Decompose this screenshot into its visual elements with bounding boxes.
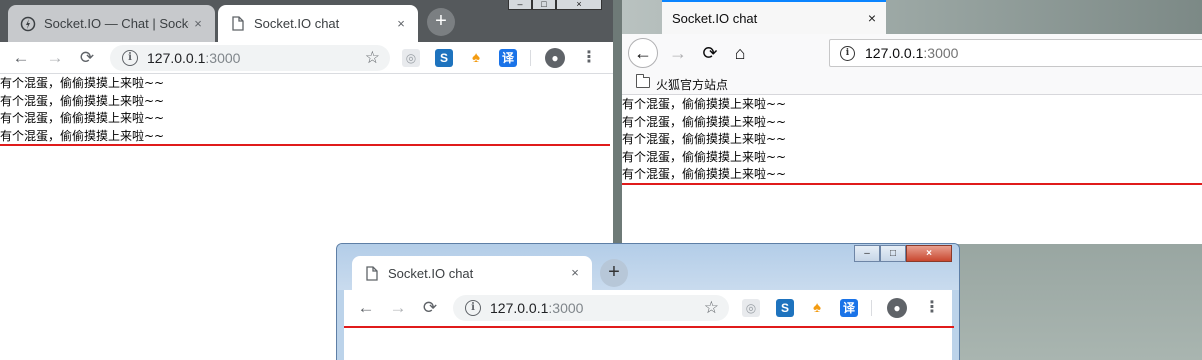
reload-icon[interactable]: ⟳ bbox=[76, 47, 98, 69]
close-button[interactable]: × bbox=[556, 0, 602, 10]
form-border-line bbox=[622, 183, 1202, 185]
chrome-toolbar: ← → ⟳ i 127.0.0.1:3000 ☆ ◎ S ♠ 译 ● ⋮ bbox=[0, 42, 613, 74]
info-icon[interactable]: i bbox=[465, 300, 481, 316]
tab-strip: Socket.IO — Chat | Socket × Socket.IO ch… bbox=[0, 0, 613, 42]
close-button[interactable]: × bbox=[906, 245, 952, 262]
window-controls: – □ × bbox=[854, 245, 952, 262]
info-icon[interactable]: i bbox=[840, 45, 855, 61]
message-item: 有个混蛋，偷偷摸摸上来啦~~ bbox=[0, 93, 165, 108]
tab-close-icon[interactable]: × bbox=[566, 264, 584, 282]
profile-avatar-icon[interactable]: ● bbox=[545, 48, 565, 68]
firefox-window-right: Socket.IO chat × ← → ⟳ ⌂ i 127.0.0.1:300… bbox=[622, 0, 1202, 244]
maximize-button[interactable]: □ bbox=[532, 0, 556, 10]
reload-icon[interactable]: ⟳ bbox=[419, 297, 441, 319]
url-port: :3000 bbox=[548, 300, 584, 316]
form-border-line bbox=[344, 326, 954, 328]
extension-grey-icon[interactable]: ◎ bbox=[742, 299, 760, 317]
tab-close-icon[interactable]: × bbox=[392, 15, 410, 33]
message-item: 有个混蛋，偷偷摸摸上来啦~~ bbox=[622, 149, 787, 164]
tab-strip: Socket.IO chat × + – □ × bbox=[337, 244, 959, 290]
url-host: 127.0.0.1 bbox=[490, 300, 549, 316]
bookmark-star-icon[interactable]: ☆ bbox=[365, 48, 380, 68]
back-icon[interactable]: ← bbox=[355, 297, 377, 319]
home-icon[interactable]: ⌂ bbox=[728, 41, 752, 65]
maximize-button[interactable]: □ bbox=[880, 245, 906, 262]
bookmarks-toolbar: 火狐官方站点 bbox=[622, 72, 1202, 95]
message-list: 有个混蛋，偷偷摸摸上来啦~~ 有个混蛋，偷偷摸摸上来啦~~ 有个混蛋，偷偷摸摸上… bbox=[0, 75, 613, 145]
tab-close-icon[interactable]: × bbox=[189, 15, 207, 33]
toolbar-separator bbox=[871, 300, 872, 316]
minimize-button[interactable]: – bbox=[508, 0, 532, 10]
extension-translate-icon[interactable]: 译 bbox=[840, 299, 858, 317]
menu-icon[interactable]: ⋮ bbox=[581, 47, 597, 69]
extension-mascot-icon[interactable]: ♠ bbox=[808, 299, 826, 317]
page-content bbox=[344, 326, 954, 360]
extension-translate-icon[interactable]: 译 bbox=[499, 49, 517, 67]
tab-title: Socket.IO chat bbox=[254, 16, 340, 31]
message-item: 有个混蛋，偷偷摸摸上来啦~~ bbox=[622, 114, 787, 129]
form-border-line bbox=[0, 144, 610, 146]
message-item: 有个混蛋，偷偷摸摸上来啦~~ bbox=[0, 111, 165, 125]
page-icon bbox=[230, 16, 246, 32]
extension-s-icon[interactable]: S bbox=[435, 49, 453, 67]
window-divider bbox=[613, 0, 622, 244]
folder-icon bbox=[635, 74, 650, 88]
tab-socketio-chat[interactable]: Socket.IO chat × bbox=[352, 256, 592, 290]
new-tab-button[interactable]: + bbox=[600, 259, 628, 287]
back-icon[interactable]: ← bbox=[628, 38, 658, 68]
bookmark-item[interactable]: 火狐官方站点 bbox=[656, 76, 728, 93]
window-controls: – □ × bbox=[508, 0, 602, 10]
extension-s-icon[interactable]: S bbox=[776, 299, 794, 317]
tab-socketio-docs[interactable]: Socket.IO — Chat | Socket × bbox=[8, 5, 215, 42]
menu-icon[interactable]: ⋮ bbox=[924, 297, 940, 319]
forward-icon[interactable]: → bbox=[44, 47, 66, 69]
page-icon bbox=[364, 265, 380, 281]
back-icon[interactable]: ← bbox=[10, 47, 32, 69]
address-bar[interactable]: i 127.0.0.1:3000 ☆ bbox=[110, 45, 390, 71]
url-port: :3000 bbox=[923, 45, 959, 61]
new-tab-button[interactable]: + bbox=[427, 8, 455, 36]
extension-grey-icon[interactable]: ◎ bbox=[402, 49, 420, 67]
bookmark-star-icon[interactable]: ☆ bbox=[704, 298, 719, 318]
forward-icon[interactable]: → bbox=[666, 41, 690, 65]
chrome-window-bottom: Socket.IO chat × + – □ × ← → ⟳ i 127.0.0… bbox=[336, 243, 960, 360]
message-item: 有个混蛋，偷偷摸摸上来啦~~ bbox=[622, 132, 787, 146]
message-item: 有个混蛋，偷偷摸摸上来啦~~ bbox=[0, 128, 165, 143]
tab-socketio-chat[interactable]: Socket.IO chat × bbox=[662, 0, 886, 34]
message-item: 有个混蛋，偷偷摸摸上来啦~~ bbox=[0, 76, 165, 90]
message-list: 有个混蛋，偷偷摸摸上来啦~~ 有个混蛋，偷偷摸摸上来啦~~ 有个混蛋，偷偷摸摸上… bbox=[622, 96, 1202, 184]
address-bar[interactable]: i 127.0.0.1:3000 ☆ bbox=[453, 295, 729, 321]
url-port: :3000 bbox=[205, 50, 241, 66]
url-host: 127.0.0.1 bbox=[147, 50, 206, 66]
info-icon[interactable]: i bbox=[122, 50, 138, 66]
extension-mascot-icon[interactable]: ♠ bbox=[467, 49, 485, 67]
tab-title: Socket.IO chat bbox=[672, 10, 758, 26]
message-item: 有个混蛋，偷偷摸摸上来啦~~ bbox=[622, 167, 787, 181]
address-bar[interactable]: i 127.0.0.1:3000 bbox=[829, 39, 1202, 67]
socketio-favicon-icon bbox=[20, 16, 36, 32]
tab-title: Socket.IO chat bbox=[388, 265, 474, 281]
tab-strip: Socket.IO chat × bbox=[622, 0, 1202, 34]
firefox-toolbar: ← → ⟳ ⌂ i 127.0.0.1:3000 bbox=[622, 34, 1202, 72]
forward-icon[interactable]: → bbox=[387, 297, 409, 319]
tab-close-icon[interactable]: × bbox=[868, 10, 876, 26]
url-host: 127.0.0.1 bbox=[865, 45, 924, 61]
toolbar-separator bbox=[530, 50, 531, 66]
tab-socketio-chat[interactable]: Socket.IO chat × bbox=[218, 5, 418, 42]
tab-title: Socket.IO — Chat | Socket bbox=[44, 16, 189, 31]
profile-avatar-icon[interactable]: ● bbox=[887, 298, 907, 318]
reload-icon[interactable]: ⟳ bbox=[698, 41, 722, 65]
chrome-toolbar: ← → ⟳ i 127.0.0.1:3000 ☆ ◎ S ♠ 译 ● ⋮ bbox=[344, 290, 952, 326]
minimize-button[interactable]: – bbox=[854, 245, 880, 262]
page-content: 有个混蛋，偷偷摸摸上来啦~~ 有个混蛋，偷偷摸摸上来啦~~ 有个混蛋，偷偷摸摸上… bbox=[622, 96, 1202, 244]
message-item: 有个混蛋，偷偷摸摸上来啦~~ bbox=[622, 97, 787, 111]
